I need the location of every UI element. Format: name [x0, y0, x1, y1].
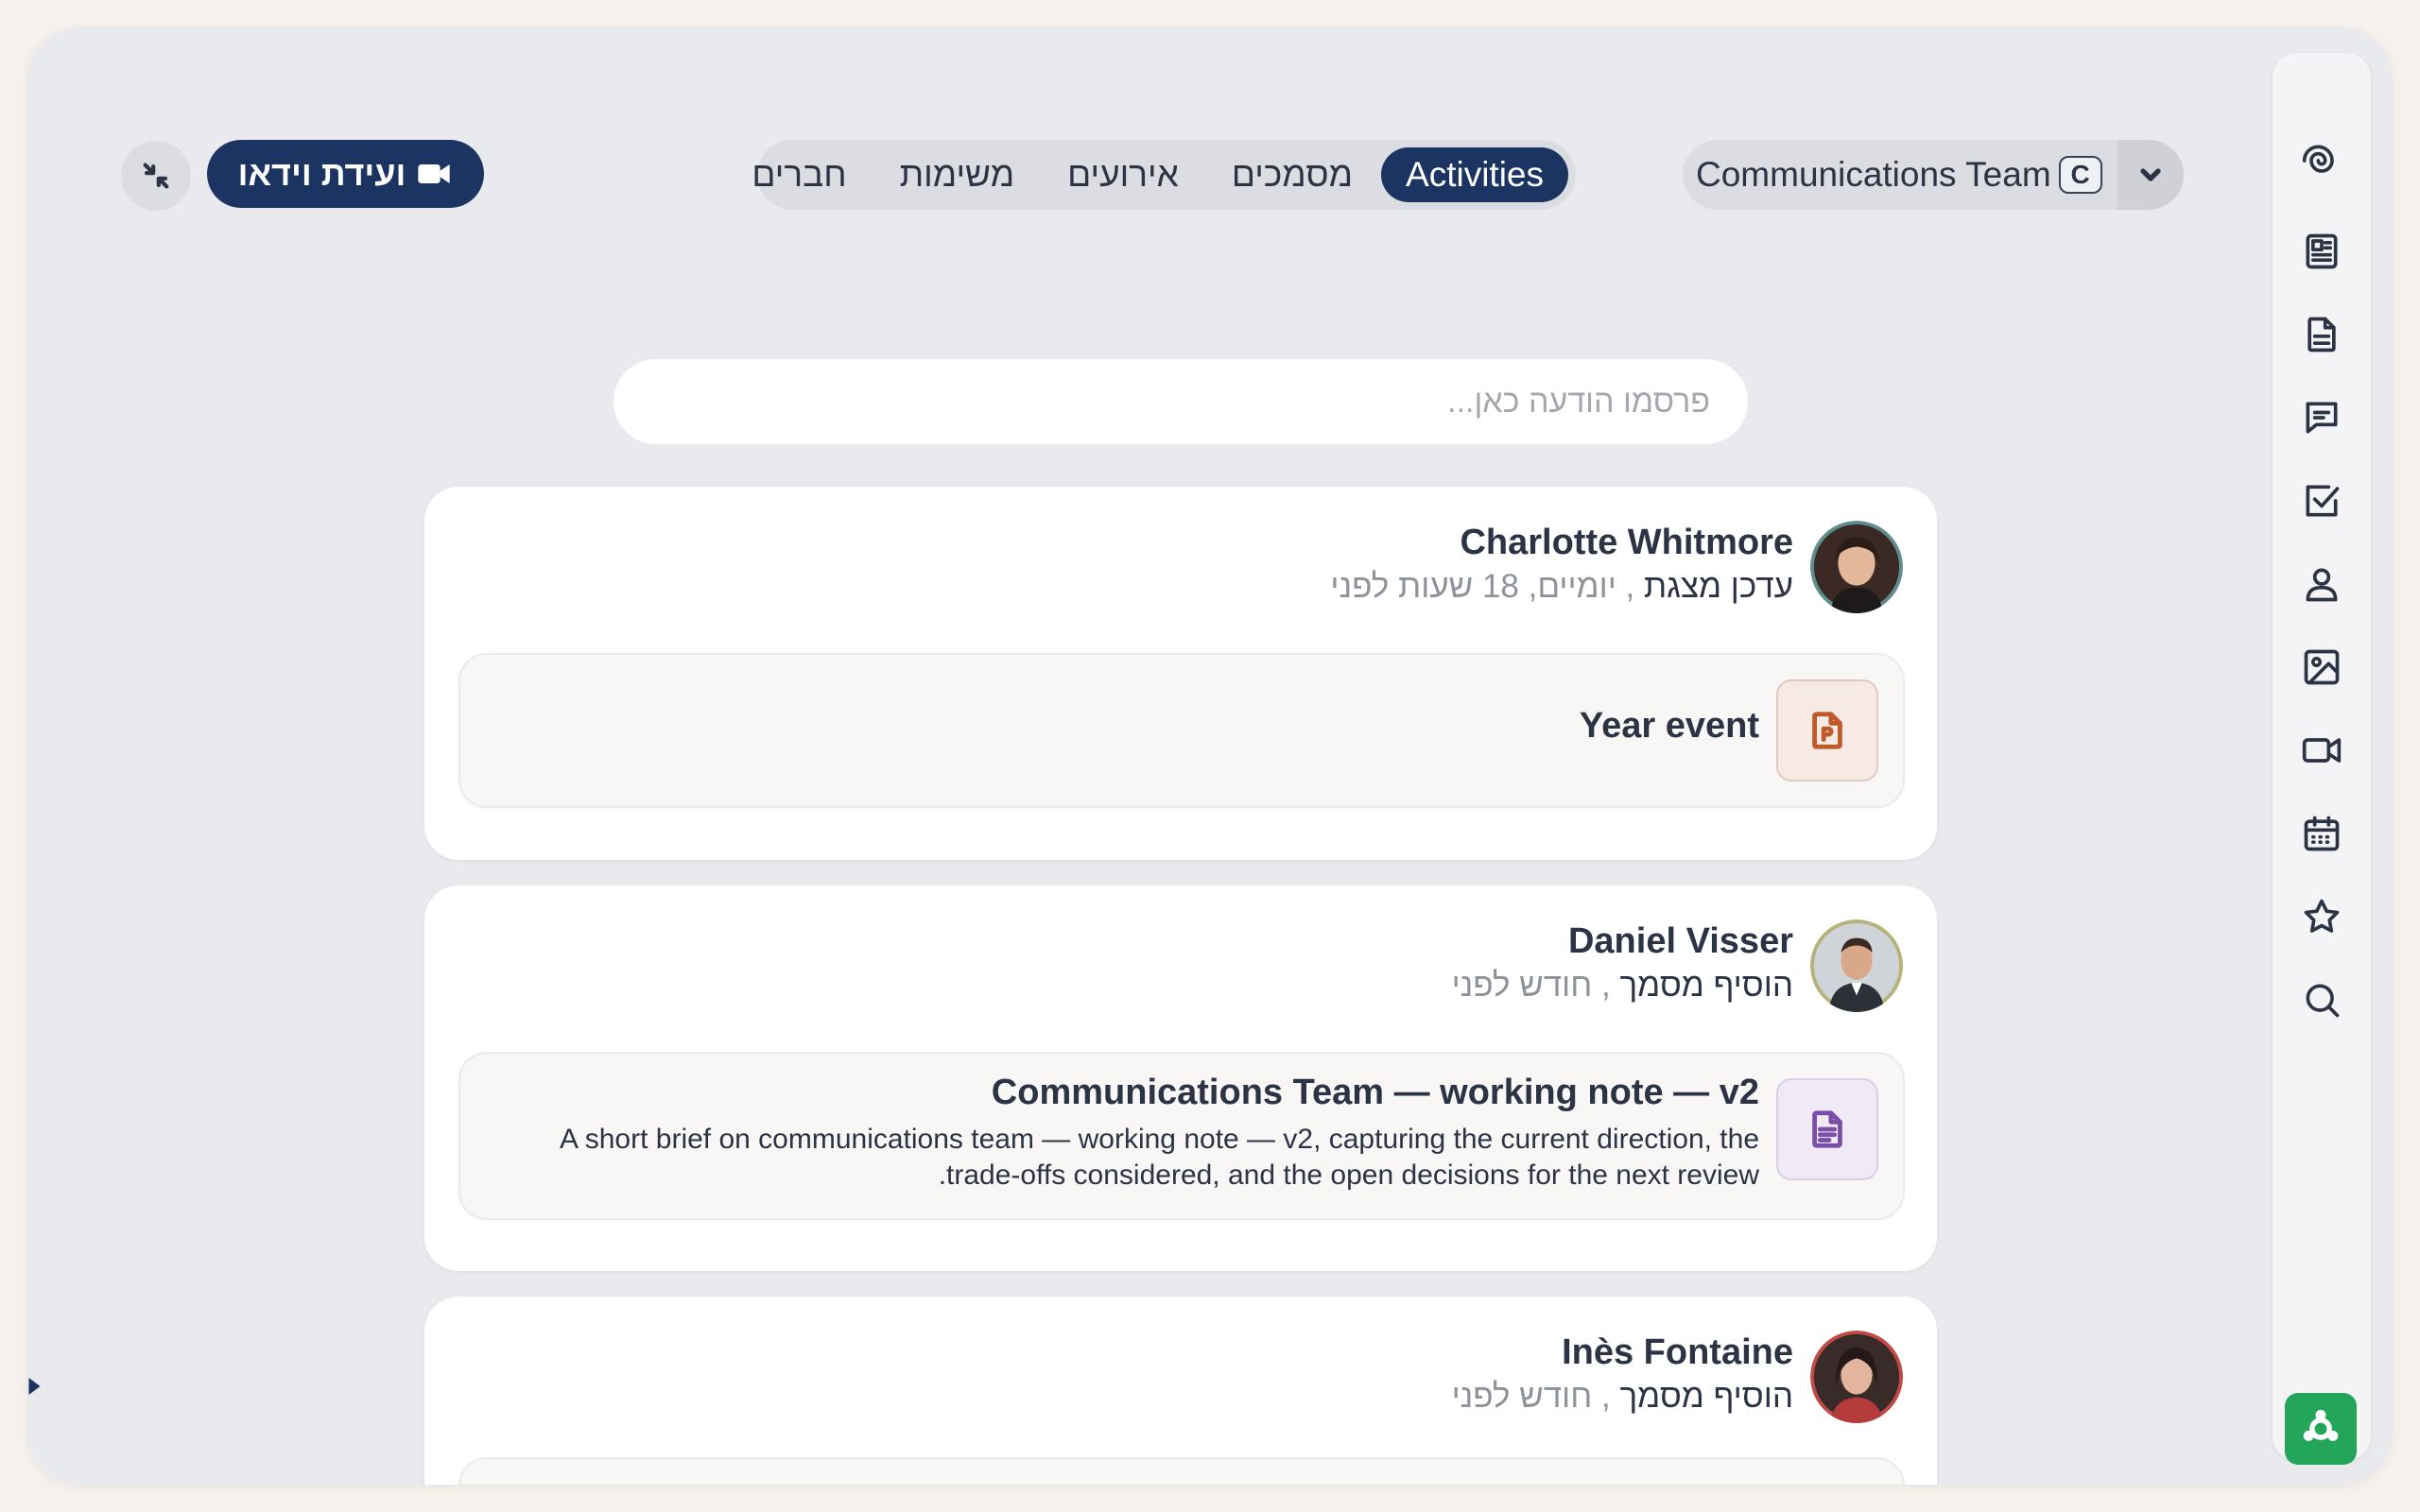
tab-events[interactable]: אירועים [1043, 147, 1203, 202]
avatar-photo [1810, 919, 1903, 1012]
tab-tasks[interactable]: משימות [875, 147, 1040, 202]
attachment-card[interactable]: Communications Team — working note — v2 … [458, 1052, 1905, 1220]
activity-action: עדכן מצגת [1643, 568, 1793, 605]
rail-item-images[interactable] [2297, 643, 2346, 692]
attachment-title: Year event [1579, 706, 1759, 746]
rail-item-home[interactable] [2297, 136, 2346, 185]
activity-time: , יומיים, 18 שעות לפני [1330, 568, 1635, 605]
collapse-arrows-icon [143, 163, 169, 189]
activity-meta: הוסיף מסמך , חודש לפני [1452, 1378, 1793, 1416]
search-icon [2306, 984, 2340, 1018]
document-icon [2308, 317, 2336, 352]
activity-meta: עדכן מצגת , יומיים, 18 שעות לפני [1330, 568, 1793, 606]
presentation-file-icon [1776, 679, 1878, 782]
newspaper-icon [2306, 233, 2338, 269]
calendar-icon [2304, 816, 2340, 851]
chevron-down-icon [2140, 168, 2161, 181]
rail-item-search[interactable] [2297, 975, 2346, 1024]
activity-card: Daniel Visser הוסיף מסמך , חודש לפני Com… [424, 885, 1937, 1271]
video-conference-label: ועידת וידאו [237, 154, 406, 193]
network-icon [2303, 1409, 2339, 1441]
right-icon-rail [2273, 53, 2371, 1465]
activity-time: , חודש לפני [1451, 967, 1611, 1004]
star-icon [2304, 899, 2340, 933]
activity-action: הוסיף מסמך [1619, 967, 1793, 1004]
video-conference-button[interactable]: ועידת וידאו [207, 140, 484, 208]
video-icon [2302, 738, 2342, 763]
activity-action: הוסיף מסמך [1619, 1378, 1793, 1415]
chat-icon [2306, 402, 2338, 434]
avatar-photo [1810, 521, 1903, 613]
rail-item-video[interactable] [2297, 726, 2346, 775]
attachment-card[interactable] [458, 1457, 1905, 1485]
tab-documents[interactable]: מסמכים [1207, 147, 1377, 202]
image-icon [2304, 649, 2340, 685]
activity-time: , חודש לפני [1451, 1378, 1611, 1415]
avatar-photo [1810, 1331, 1903, 1423]
author-name[interactable]: Daniel Visser [1568, 921, 1793, 962]
checkbox-icon [2306, 485, 2340, 517]
user-icon [2306, 568, 2338, 602]
team-dropdown-toggle[interactable] [2118, 140, 2184, 210]
rail-item-news[interactable] [2297, 227, 2346, 276]
rail-item-members[interactable] [2297, 559, 2346, 609]
rail-item-documents[interactable] [2297, 310, 2346, 359]
activity-card: Inès Fontaine הוסיף מסמך , חודש לפני [424, 1297, 1937, 1485]
team-selector[interactable]: Communications Team C [1683, 140, 2184, 210]
attachment-title: Communications Team — working note — v2 [991, 1073, 1759, 1112]
app-window: ועידת וידאו Activities מסמכים אירועים מש… [27, 27, 2393, 1485]
tab-bar: Activities מסמכים אירועים משימות חברים [752, 140, 1576, 210]
rail-item-tasks[interactable] [2297, 476, 2346, 525]
rail-item-favorites[interactable] [2297, 892, 2346, 941]
tab-activities[interactable]: Activities [1381, 147, 1568, 202]
video-camera-icon [418, 164, 451, 183]
document-file-icon [1776, 1078, 1878, 1180]
avatar[interactable] [1810, 521, 1903, 613]
avatar[interactable] [1810, 919, 1903, 1012]
team-badge: C [2058, 156, 2102, 194]
rail-item-calendar[interactable] [2297, 809, 2346, 858]
network-action-button[interactable] [2285, 1393, 2357, 1465]
tab-members[interactable]: חברים [727, 147, 871, 202]
author-name[interactable]: Charlotte Whitmore [1460, 523, 1793, 563]
collapse-button[interactable] [121, 141, 191, 211]
activity-meta: הוסיף מסמך , חודש לפני [1452, 967, 1793, 1005]
author-name[interactable]: Inès Fontaine [1562, 1332, 1793, 1373]
chevron-right-icon [28, 1378, 41, 1395]
rail-item-chat[interactable] [2297, 393, 2346, 442]
team-name: Communications Team [1696, 155, 2051, 194]
activity-card: Charlotte Whitmore עדכן מצגת , יומיים, 1… [424, 487, 1937, 860]
swirl-icon [2302, 145, 2334, 173]
avatar[interactable] [1810, 1331, 1903, 1423]
attachment-card[interactable]: Year event [458, 653, 1905, 808]
sidebar-expand-tab[interactable] [27, 1339, 56, 1434]
attachment-description: A short brief on communications team — w… [560, 1124, 1759, 1191]
team-selector-label: Communications Team C [1683, 155, 2118, 195]
post-message-input[interactable] [614, 359, 1748, 444]
